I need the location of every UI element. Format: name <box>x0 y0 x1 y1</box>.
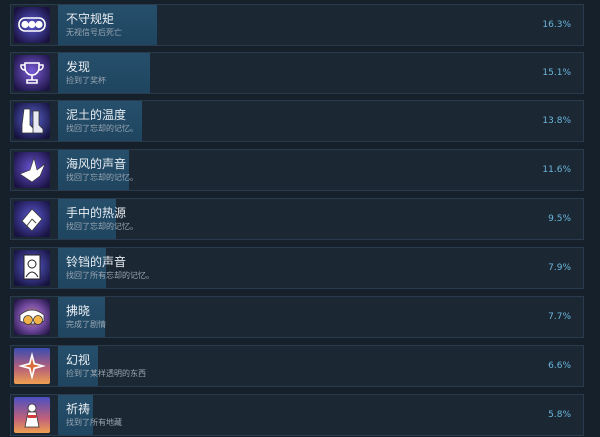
achievement-description: 找回了忘却的记忆。 <box>66 173 138 182</box>
achievement-title: 手中的热源 <box>66 206 127 220</box>
achievement-row[interactable]: 祈祷 找到了所有地藏 5.8% <box>10 394 584 436</box>
unlock-percentage: 11.6% <box>542 165 571 175</box>
achievement-title: 发现 <box>66 60 91 74</box>
unlock-percentage: 9.5% <box>548 214 571 224</box>
achievement-description: 捡到了某样透明的东西 <box>66 369 146 378</box>
unlock-percentage: 13.8% <box>542 116 571 126</box>
achievement-description: 找到了所有地藏 <box>66 418 122 427</box>
jizo-statue-icon <box>14 397 50 433</box>
achievement-description: 找回了忘却的记忆。 <box>66 124 138 133</box>
achievement-description: 完成了剧情 <box>66 320 106 329</box>
sleeping-face-icon <box>14 299 50 335</box>
unlock-percentage: 7.9% <box>548 263 571 273</box>
achievement-description: 找回了忘却的记忆。 <box>66 222 138 231</box>
achievement-description: 无视信号后死亡 <box>66 28 122 37</box>
unlock-percentage: 6.6% <box>548 361 571 371</box>
sparkle-icon <box>14 348 50 384</box>
achievement-row[interactable]: 不守规矩 无视信号后死亡 16.3% <box>10 4 584 46</box>
traffic-light-icon <box>14 7 50 43</box>
achievement-description: 找回了所有忘却的记忆。 <box>66 271 154 280</box>
achievement-title: 幻视 <box>66 353 91 367</box>
achievement-title: 祈祷 <box>66 402 91 416</box>
achievement-title: 海风的声音 <box>66 157 127 171</box>
achievement-title: 不守规矩 <box>66 12 115 26</box>
trophy-icon <box>14 55 50 91</box>
achievement-row[interactable]: 铃铛的声音 找回了所有忘却的记忆。 7.9% <box>10 247 584 289</box>
achievement-title: 泥土的温度 <box>66 108 127 122</box>
achievement-title: 拂晓 <box>66 304 91 318</box>
achievement-row[interactable]: 海风的声音 找回了忘却的记忆。 11.6% <box>10 149 584 191</box>
unlock-percentage: 7.7% <box>548 312 571 322</box>
achievement-row[interactable]: 泥土的温度 找回了忘却的记忆。 13.8% <box>10 100 584 142</box>
paper-crane-icon <box>14 152 50 188</box>
achievement-description: 捡到了奖杯 <box>66 76 106 85</box>
unlock-percentage: 16.3% <box>542 20 571 30</box>
achievement-row[interactable]: 幻视 捡到了某样透明的东西 6.6% <box>10 345 584 387</box>
unlock-percentage: 5.8% <box>548 410 571 420</box>
boots-icon <box>14 103 50 139</box>
achievement-row[interactable]: 手中的热源 找回了忘却的记忆。 9.5% <box>10 198 584 240</box>
achievement-row[interactable]: 发现 捡到了奖杯 15.1% <box>10 52 584 94</box>
photo-frame-icon <box>14 250 50 286</box>
achievement-list: 不守规矩 无视信号后死亡 16.3% 发现 捡到了奖杯 15.1% 泥土的温度 … <box>0 0 600 437</box>
leaf-heart-icon <box>14 201 50 237</box>
unlock-percentage: 15.1% <box>542 68 571 78</box>
achievement-row[interactable]: 拂晓 完成了剧情 7.7% <box>10 296 584 338</box>
achievement-title: 铃铛的声音 <box>66 255 127 269</box>
